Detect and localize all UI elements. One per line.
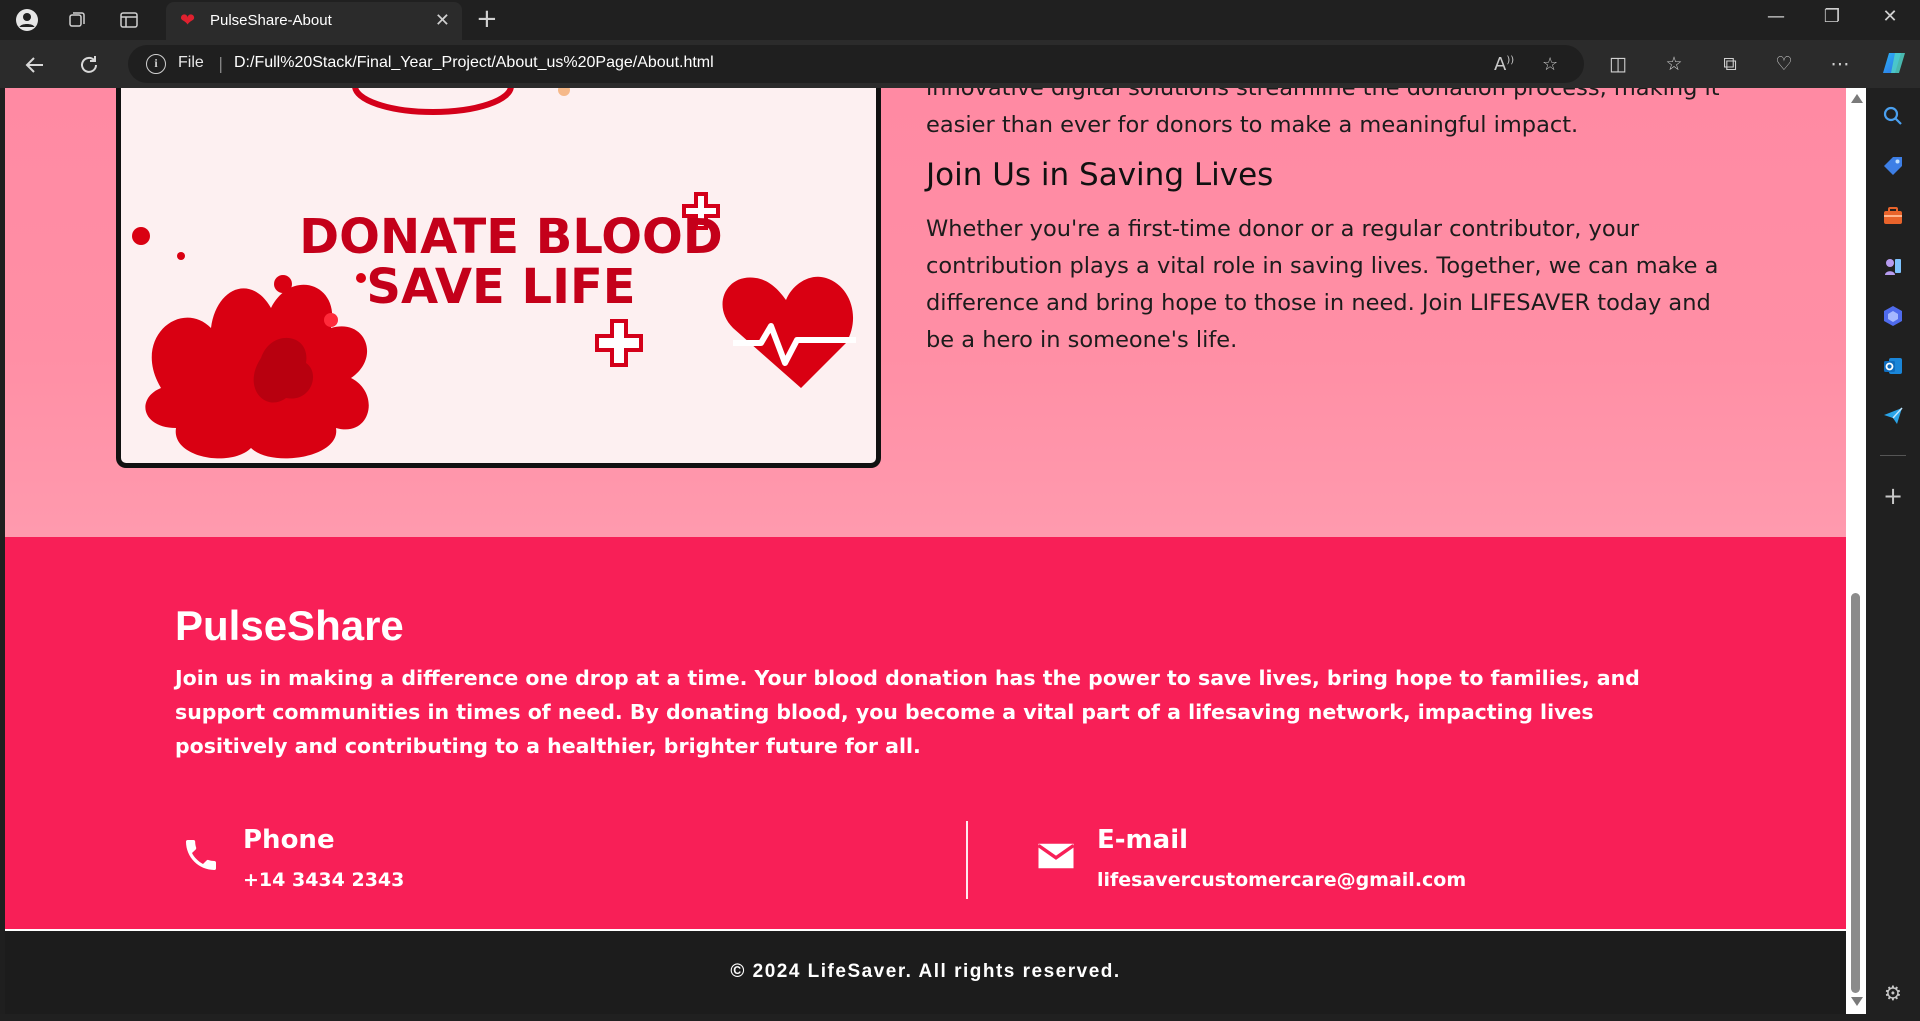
about-section: DONATE BLOOD SAVE LIFE innovative digita… — [5, 88, 1846, 537]
more-menu-icon[interactable]: ⋯ — [1826, 50, 1854, 78]
browser-essentials-icon[interactable]: ♡ — [1770, 50, 1798, 78]
phone-label: Phone — [243, 825, 335, 855]
split-screen-icon[interactable]: ◫ — [1604, 50, 1632, 78]
shopping-tag-icon[interactable] — [1879, 152, 1907, 180]
browser-tab-bar: ❤ PulseShare-About ✕ + — ❐ ✕ — [0, 0, 1920, 40]
donate-blood-image: DONATE BLOOD SAVE LIFE — [116, 88, 881, 468]
phone-value[interactable]: +14 3434 2343 — [243, 869, 404, 891]
collections-icon[interactable]: ⧉ — [1716, 50, 1744, 78]
minimize-icon[interactable]: — — [1756, 6, 1796, 27]
footer-tagline: Join us in making a difference one drop … — [175, 666, 1640, 758]
email-label: E-mail — [1097, 825, 1189, 855]
send-icon[interactable] — [1879, 402, 1907, 430]
url-text[interactable]: D:/Full%20Stack/Final_Year_Project/About… — [234, 54, 714, 72]
footer-brand: PulseShare — [175, 602, 404, 649]
vertical-tabs-icon[interactable] — [116, 7, 142, 33]
read-aloud-icon[interactable]: A)) — [1494, 54, 1514, 75]
favorite-star-icon[interactable]: ☆ — [1542, 54, 1558, 75]
join-us-paragraph: Whether you're a first-time donor or a r… — [926, 216, 1719, 353]
address-bar[interactable]: i File | D:/Full%20Stack/Final_Year_Proj… — [128, 45, 1584, 83]
sidebar-divider — [1880, 455, 1906, 456]
mail-icon — [1035, 835, 1079, 879]
tools-briefcase-icon[interactable] — [1879, 202, 1907, 230]
join-us-heading: Join Us in Saving Lives — [926, 157, 1274, 193]
search-icon[interactable] — [1879, 102, 1907, 130]
footer: PulseShare Join us in making a differenc… — [5, 537, 1846, 929]
back-icon[interactable] — [20, 50, 50, 80]
restore-icon[interactable]: ❐ — [1812, 6, 1852, 27]
address-separator: | — [218, 54, 224, 73]
tab-title: PulseShare-About — [210, 12, 332, 29]
favorites-icon[interactable]: ☆ — [1660, 50, 1688, 78]
games-icon[interactable] — [1879, 252, 1907, 280]
email-value[interactable]: lifesavercustomercare@gmail.com — [1097, 869, 1466, 891]
copilot-apps-icon[interactable] — [1879, 302, 1907, 330]
footer-bottom-bar: © 2024 LifeSaver. All rights reserved. — [5, 929, 1846, 1014]
browser-nav-bar: i File | D:/Full%20Stack/Final_Year_Proj… — [0, 40, 1920, 88]
refresh-icon[interactable] — [74, 50, 104, 80]
save-life-text: SAVE LIFE — [366, 259, 635, 315]
scroll-thumb[interactable] — [1851, 593, 1860, 993]
site-info-icon[interactable]: i — [146, 54, 166, 74]
workspaces-icon[interactable] — [64, 7, 90, 33]
settings-gear-icon[interactable]: ⚙ — [1879, 979, 1907, 1007]
outlook-icon[interactable] — [1879, 352, 1907, 380]
window-bottom-edge — [0, 1014, 1866, 1021]
add-sidebar-app-icon[interactable]: + — [1879, 482, 1907, 510]
page-viewport: DONATE BLOOD SAVE LIFE innovative digita… — [5, 88, 1846, 1014]
tab-pulseshare-about[interactable]: ❤ PulseShare-About ✕ — [166, 2, 462, 40]
close-window-icon[interactable]: ✕ — [1870, 6, 1910, 27]
close-tab-icon[interactable]: ✕ — [435, 10, 450, 31]
copyright-text: © 2024 LifeSaver. All rights reserved. — [730, 961, 1121, 982]
phone-icon — [181, 835, 225, 879]
copilot-icon[interactable] — [1880, 50, 1908, 78]
profile-icon[interactable] — [14, 7, 40, 33]
protocol-label: File — [178, 54, 204, 71]
contact-divider — [966, 821, 968, 899]
new-tab-icon[interactable]: + — [476, 4, 498, 34]
donate-blood-text: DONATE BLOOD — [299, 209, 722, 265]
heart-favicon-icon: ❤ — [180, 10, 196, 31]
about-intro-paragraph: innovative digital solutions streamline … — [926, 88, 1720, 138]
edge-sidebar: + ⚙ — [1866, 88, 1920, 1021]
page-scrollbar[interactable] — [1846, 88, 1866, 1014]
scroll-down-arrow-icon[interactable] — [1851, 997, 1863, 1006]
scroll-up-arrow-icon[interactable] — [1851, 94, 1863, 103]
